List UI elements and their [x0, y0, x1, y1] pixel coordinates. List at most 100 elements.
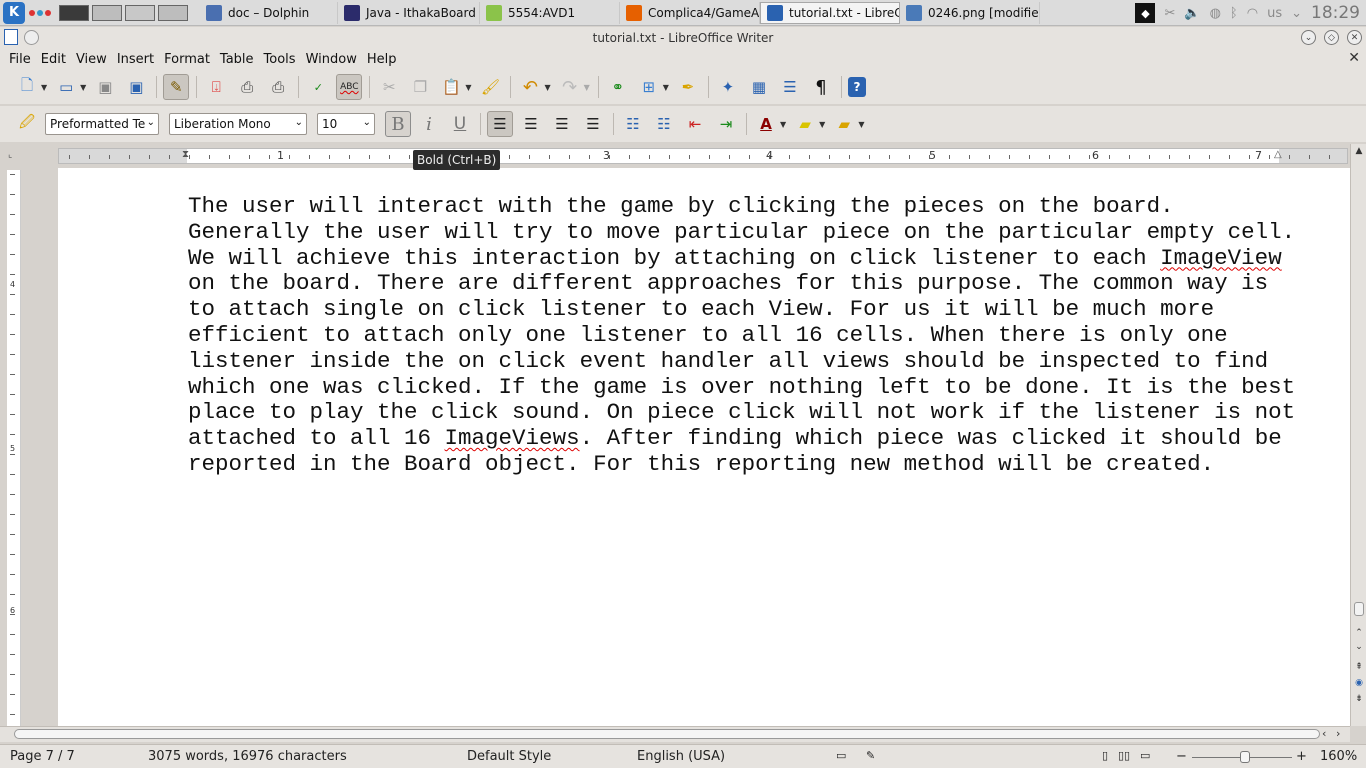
export-pdf-icon[interactable]: ⍗: [203, 74, 229, 100]
justify-button[interactable]: ☰: [580, 111, 606, 137]
font-name-select[interactable]: Liberation Mono ⌄: [169, 113, 307, 135]
copy-icon[interactable]: ❐: [407, 74, 433, 100]
background-color-icon[interactable]: ▰: [831, 111, 857, 137]
tab-stop-selector-icon[interactable]: ⌞: [8, 150, 12, 160]
print-preview-icon[interactable]: ⎙: [265, 74, 291, 100]
clock[interactable]: 18:29: [1311, 3, 1360, 23]
desktop-2-pager[interactable]: [92, 4, 122, 21]
cut-icon[interactable]: ✂: [376, 74, 402, 100]
zoom-slider-knob[interactable]: [1240, 751, 1250, 763]
keyboard-layout[interactable]: us: [1267, 6, 1282, 21]
vertical-ruler[interactable]: 4 5 6: [7, 170, 21, 726]
next-page-icon[interactable]: ⇟: [1353, 694, 1365, 704]
save-as-icon[interactable]: ▣: [123, 74, 149, 100]
autospellcheck-icon[interactable]: ABC: [336, 74, 363, 100]
activities-icon[interactable]: [29, 9, 51, 16]
word-count[interactable]: 3075 words, 16976 characters: [148, 749, 347, 764]
desktop-4-pager[interactable]: [158, 4, 188, 21]
bold-button[interactable]: B: [385, 111, 411, 137]
wifi-icon[interactable]: ◠: [1247, 6, 1258, 21]
tools-icon[interactable]: ✂: [1164, 6, 1175, 21]
zoom-out-icon[interactable]: −: [1176, 749, 1187, 764]
background-color-dropdown-arrow[interactable]: ▼: [858, 120, 864, 129]
close-document-icon[interactable]: ✕: [1348, 50, 1360, 66]
clone-formatting-icon[interactable]: 🖌: [477, 74, 503, 100]
minimize-button[interactable]: ⌄: [1301, 30, 1316, 45]
language[interactable]: English (USA): [637, 749, 725, 764]
save-icon[interactable]: ▣: [92, 74, 118, 100]
desktop-3-pager[interactable]: [125, 4, 155, 21]
redo-icon[interactable]: ↷: [557, 74, 583, 100]
bluetooth-icon[interactable]: ᛒ: [1230, 6, 1238, 21]
increase-indent-icon[interactable]: ⇥: [713, 111, 739, 137]
spellcheck-icon[interactable]: ✓: [305, 74, 331, 100]
open-icon[interactable]: ▭: [53, 74, 79, 100]
font-color-icon[interactable]: A: [753, 111, 779, 137]
left-indent-marker[interactable]: ⧗: [182, 149, 189, 160]
navigator-icon[interactable]: ✦: [715, 74, 741, 100]
font-color-dropdown-arrow[interactable]: ▼: [780, 120, 786, 129]
single-page-view-icon[interactable]: ▯: [1102, 749, 1108, 762]
previous-page-icon[interactable]: ⇞: [1353, 662, 1365, 672]
undo-icon[interactable]: ↶: [517, 74, 543, 100]
align-left-button[interactable]: ☰: [487, 111, 513, 137]
right-indent-marker[interactable]: △: [1274, 149, 1282, 160]
paragraph-style-select[interactable]: Preformatted Te ⌄: [45, 113, 159, 135]
styles-and-formatting-icon[interactable]: 🖉: [14, 111, 40, 137]
page-indicator[interactable]: Page 7 / 7: [10, 749, 75, 764]
new-dropdown-arrow[interactable]: ▼: [41, 83, 47, 92]
align-center-button[interactable]: ☰: [518, 111, 544, 137]
redo-dropdown-arrow[interactable]: ▼: [584, 83, 590, 92]
table-icon[interactable]: ⊞: [636, 74, 662, 100]
document-text[interactable]: The user will interact with the game by …: [188, 193, 1298, 478]
taskbar-task[interactable]: Complica4/GameA: [620, 1, 760, 24]
insert-mode-icon[interactable]: ▭: [836, 749, 846, 762]
horizontal-ruler[interactable]: ⧗ △ 1234567: [58, 148, 1348, 164]
menu-table[interactable]: Table: [215, 52, 259, 67]
volume-icon[interactable]: 🔈: [1184, 6, 1200, 21]
italic-button[interactable]: i: [416, 111, 442, 137]
scroll-right-arrow[interactable]: ›: [1336, 727, 1340, 740]
highlighting-icon[interactable]: ▰: [792, 111, 818, 137]
numbering-icon[interactable]: ☷: [620, 111, 646, 137]
taskbar-task[interactable]: Java - IthakaBoard: [338, 1, 480, 24]
scroll-left-arrow[interactable]: ‹: [1322, 727, 1326, 740]
taskbar-task[interactable]: doc – Dolphin: [200, 1, 338, 24]
menu-view[interactable]: View: [71, 52, 112, 67]
multi-page-view-icon[interactable]: ▯▯: [1118, 749, 1130, 762]
show-draw-functions-icon[interactable]: ✒: [675, 74, 701, 100]
kde-launcher-icon[interactable]: K: [3, 1, 25, 24]
menu-help[interactable]: Help: [362, 52, 402, 67]
vertical-scrollbar[interactable]: ▲ ⌃ ⌄ ⇞ ◉ ⇟: [1350, 144, 1366, 726]
bullets-icon[interactable]: ☷: [651, 111, 677, 137]
menu-insert[interactable]: Insert: [112, 52, 159, 67]
horizontal-scrollbar[interactable]: ‹ ›: [0, 726, 1350, 742]
document-modified-icon[interactable]: ✎: [866, 749, 875, 762]
align-right-button[interactable]: ☰: [549, 111, 575, 137]
vertical-scroll-thumb[interactable]: [1354, 602, 1364, 616]
menu-tools[interactable]: Tools: [259, 52, 301, 67]
menu-edit[interactable]: Edit: [36, 52, 71, 67]
pin-icon[interactable]: [24, 30, 39, 45]
scroll-up-arrow[interactable]: ▲: [1353, 146, 1365, 156]
menu-format[interactable]: Format: [159, 52, 215, 67]
underline-button[interactable]: U: [447, 111, 473, 137]
network-icon[interactable]: ◍: [1210, 6, 1221, 21]
navigation-icon[interactable]: ◉: [1353, 678, 1365, 688]
taskbar-task[interactable]: 5554:AVD1: [480, 1, 620, 24]
maximize-button[interactable]: ◇: [1324, 30, 1339, 45]
document-page[interactable]: The user will interact with the game by …: [58, 168, 1350, 728]
close-window-button[interactable]: ✕: [1347, 30, 1362, 45]
data-sources-icon[interactable]: ☰: [777, 74, 803, 100]
desktop-1-pager[interactable]: [59, 4, 89, 21]
scroll-down-arrow[interactable]: ⌄: [1353, 642, 1365, 652]
font-size-select[interactable]: 10 ⌄: [317, 113, 375, 135]
paste-icon[interactable]: 📋: [438, 74, 464, 100]
book-view-icon[interactable]: ▭: [1140, 749, 1150, 762]
new-document-icon[interactable]: 🗋: [14, 74, 40, 100]
page-style[interactable]: Default Style: [467, 749, 551, 764]
tray-expand-icon[interactable]: ⌄: [1291, 6, 1302, 21]
taskbar-task[interactable]: tutorial.txt - LibreC: [760, 1, 900, 24]
menu-file[interactable]: File: [4, 52, 36, 67]
edit-mode-icon[interactable]: ✎: [163, 74, 190, 100]
